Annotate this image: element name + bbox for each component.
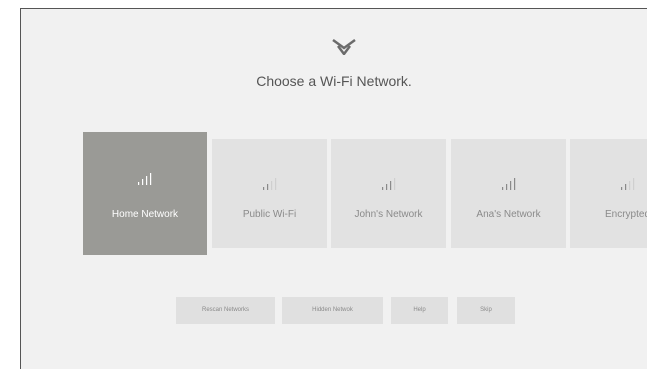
network-label: John's Network xyxy=(354,209,423,220)
network-tile-public-wifi[interactable]: Public Wi-Fi xyxy=(212,139,327,248)
network-label: Home Network xyxy=(111,209,179,220)
network-tile-anas-network[interactable]: Ana's Network xyxy=(451,139,566,248)
network-label: Encrypted xyxy=(604,209,647,220)
network-tile-johns-network[interactable]: John's Network xyxy=(331,139,446,248)
network-tile-home-network[interactable]: Home Network xyxy=(83,132,207,255)
wifi-signal-icon xyxy=(501,178,515,190)
network-label: Public Wi-Fi xyxy=(242,209,297,220)
rescan-networks-button[interactable]: Rescan Networks xyxy=(176,297,275,324)
wifi-setup-screen: Choose a Wi-Fi Network. Home Network Pub… xyxy=(20,8,647,369)
network-tile-encrypted[interactable]: Encrypted xyxy=(570,139,647,248)
skip-button[interactable]: Skip xyxy=(457,297,515,324)
wifi-signal-icon xyxy=(620,178,634,190)
help-button[interactable]: Help xyxy=(391,297,448,324)
wifi-signal-icon xyxy=(262,178,276,190)
hidden-network-button[interactable]: Hidden Netwok xyxy=(282,297,383,324)
network-label: Ana's Network xyxy=(476,209,541,220)
wifi-signal-icon xyxy=(138,173,152,185)
wifi-signal-icon xyxy=(381,178,395,190)
